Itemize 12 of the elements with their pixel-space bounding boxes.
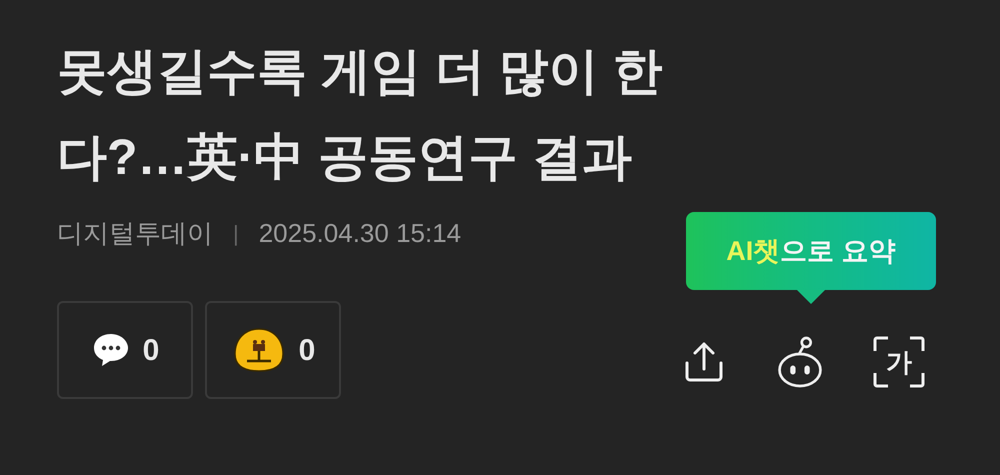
article-headline: 못생길수록 게임 더 많이 한다?…英·中 공동연구 결과: [57, 42, 664, 187]
tooltip-pointer: [797, 290, 825, 304]
translate-button[interactable]: 가: [872, 335, 926, 389]
publish-datetime: 2025.04.30 15:14: [258, 217, 462, 250]
reaction-button[interactable]: 0: [205, 301, 341, 399]
ai-chat-button[interactable]: [776, 338, 824, 386]
tooltip-text: AI챗으로 요약: [726, 234, 896, 268]
comment-button[interactable]: 0: [57, 301, 193, 399]
source-name: 디지털투데이: [57, 217, 213, 250]
meta-separator: |: [233, 220, 239, 248]
translate-glyph: 가: [886, 349, 912, 375]
scan-frame-icon: [872, 335, 926, 389]
